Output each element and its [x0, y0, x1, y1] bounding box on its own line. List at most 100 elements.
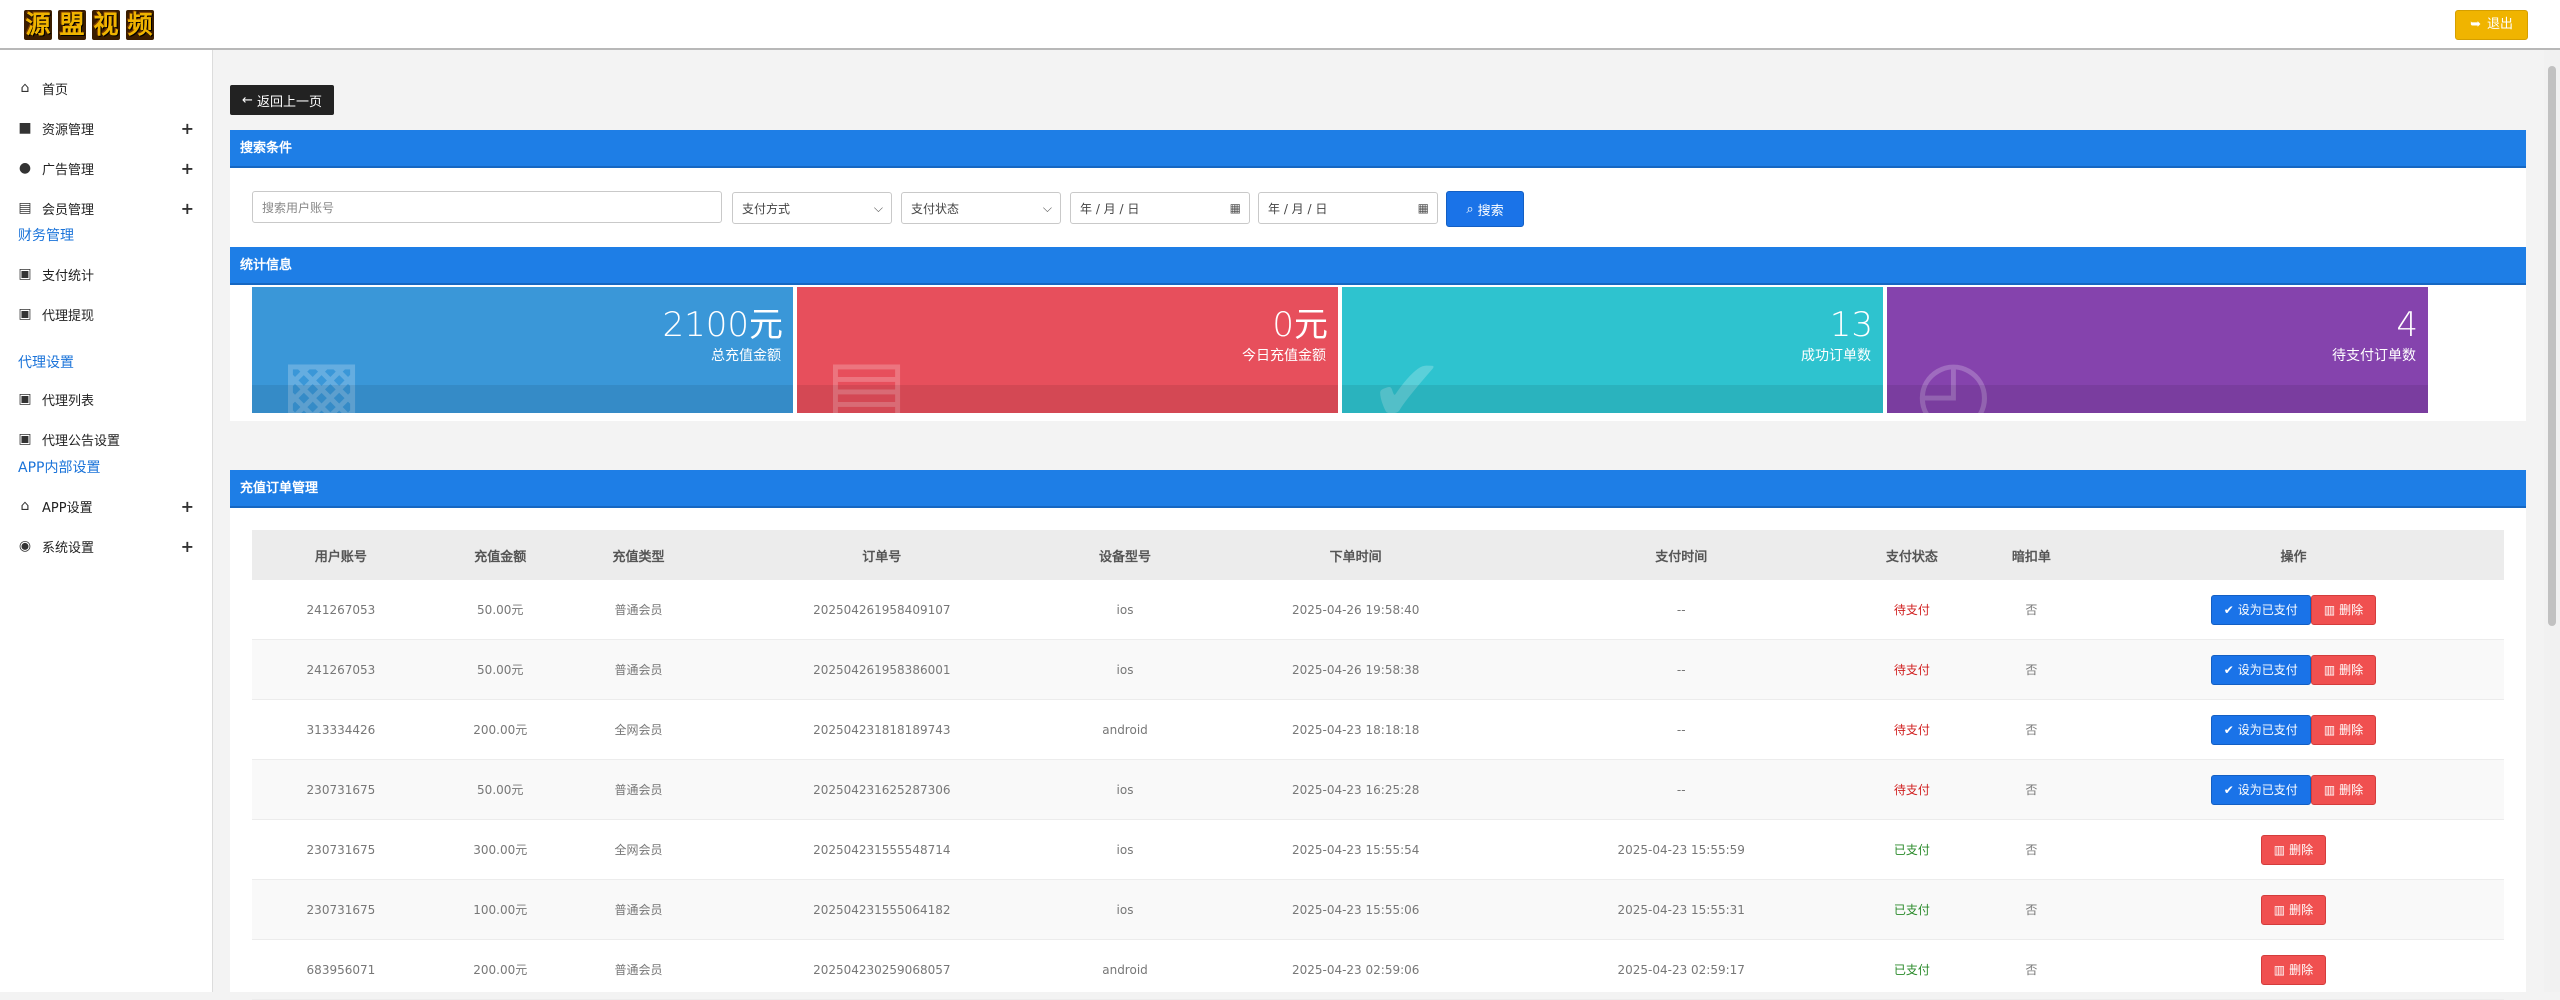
date-value: 年 / 月 / 日 — [1080, 201, 1140, 216]
expand-plus-icon[interactable]: + — [181, 497, 194, 516]
table-row: 230731675 50.00元 普通会员 202504231625287306 ios… — [252, 759, 2504, 820]
cell-device: android — [1057, 939, 1193, 1000]
cell-account: 241267053 — [252, 580, 430, 640]
cell-order: 202504230259068057 — [706, 939, 1058, 1000]
calendar-icon[interactable]: ▦ — [1230, 201, 1241, 215]
sidebar-item-system-settings[interactable]: ◉ 系统设置 + — [16, 535, 202, 557]
cell-device: ios — [1057, 819, 1193, 880]
user-square-icon: ▣ — [18, 431, 32, 447]
orders-panel-header: 充值订单管理 — [230, 470, 2526, 508]
pay-method-select[interactable]: 支付方式 ⌵ — [732, 192, 892, 224]
logo-char: 源 — [24, 10, 52, 40]
logout-button[interactable]: ➥ 退出 — [2455, 10, 2528, 40]
cell-type: 普通会员 — [570, 580, 707, 640]
cell-type: 普通会员 — [570, 939, 707, 1000]
cell-device: ios — [1057, 759, 1193, 820]
stat-label: 成功订单数 — [1801, 348, 1871, 364]
cell-actions: ▥ 删除 — [2082, 939, 2504, 1000]
cell-order: 202504261958409107 — [706, 580, 1058, 640]
cell-amount: 100.00元 — [429, 879, 571, 940]
sidebar-item-label: 资源管理 — [42, 122, 95, 138]
cell-paid-at: -- — [1518, 639, 1844, 700]
sidebar-item-members[interactable]: ▤ 会员管理 + — [16, 197, 202, 219]
cell-amount: 50.00元 — [429, 580, 571, 640]
sidebar-item-label: 首页 — [42, 82, 69, 98]
site-logo[interactable]: 源 盟 视 频 — [24, 10, 154, 40]
set-paid-button[interactable]: ✔ 设为已支付 — [2210, 714, 2311, 745]
sidebar-item-payment-stats[interactable]: ▣ 支付统计 — [16, 263, 202, 285]
set-paid-button[interactable]: ✔ 设为已支付 — [2210, 654, 2311, 685]
cell-hidden: 否 — [1979, 699, 2083, 760]
delete-button[interactable]: ▥ 删除 — [2260, 894, 2327, 925]
search-panel-header: 搜索条件 — [230, 130, 2526, 168]
cell-status: 待支付 — [1843, 639, 1980, 700]
col-header: 操作 — [2082, 530, 2504, 580]
date-end-input[interactable]: 年 / 月 / 日 ▦ — [1258, 192, 1438, 224]
delete-button[interactable]: ▥ 删除 — [2310, 654, 2377, 685]
delete-label: 删除 — [2289, 843, 2314, 857]
col-header: 下单时间 — [1192, 530, 1519, 580]
back-button[interactable]: ← 返回上一页 — [230, 85, 334, 115]
vertical-scrollbar[interactable] — [2544, 50, 2560, 992]
cell-order: 202504261958386001 — [706, 639, 1058, 700]
cell-created: 2025-04-23 16:25:28 — [1192, 759, 1519, 820]
delete-button[interactable]: ▥ 删除 — [2310, 594, 2377, 625]
trash-icon: ▥ — [2323, 722, 2336, 737]
cell-hidden: 否 — [1979, 879, 2083, 940]
sidebar-section-finance[interactable]: 财务管理 — [18, 225, 74, 245]
cell-status: 已支付 — [1843, 819, 1980, 880]
set-paid-label: 设为已支付 — [2237, 663, 2298, 677]
cell-status: 待支付 — [1843, 580, 1980, 640]
delete-button[interactable]: ▥ 删除 — [2310, 774, 2377, 805]
delete-button[interactable]: ▥ 删除 — [2260, 954, 2327, 985]
cell-actions: ✔ 设为已支付 ▥ 删除 — [2082, 639, 2504, 700]
expand-plus-icon[interactable]: + — [181, 119, 194, 138]
user-square-icon: ▣ — [18, 391, 32, 407]
cell-paid-at: -- — [1518, 759, 1844, 820]
search-icon: ⌕ — [1466, 201, 1474, 217]
account-search-input[interactable]: 搜索用户账号 — [252, 191, 722, 223]
set-paid-button[interactable]: ✔ 设为已支付 — [2210, 774, 2311, 805]
date-start-input[interactable]: 年 / 月 / 日 ▦ — [1070, 192, 1250, 224]
delete-label: 删除 — [2339, 723, 2364, 737]
col-header: 充值类型 — [570, 530, 707, 580]
delete-button[interactable]: ▥ 删除 — [2260, 834, 2327, 865]
sidebar-item-ads[interactable]: ● 广告管理 + — [16, 157, 202, 179]
expand-plus-icon[interactable]: + — [181, 537, 194, 556]
sidebar-section-app[interactable]: APP内部设置 — [18, 457, 100, 477]
calendar-icon[interactable]: ▦ — [1418, 201, 1429, 215]
sidebar-item-label: APP设置 — [42, 500, 93, 516]
expand-plus-icon[interactable]: + — [181, 199, 194, 218]
sidebar-item-home[interactable]: ⌂ 首页 — [16, 77, 202, 99]
cell-actions: ▥ 删除 — [2082, 879, 2504, 940]
delete-label: 删除 — [2339, 663, 2364, 677]
sidebar-item-app-settings[interactable]: ⌂ APP设置 + — [16, 495, 202, 517]
set-paid-label: 设为已支付 — [2237, 783, 2298, 797]
pay-status-select[interactable]: 支付状态 ⌵ — [901, 192, 1061, 224]
sidebar-item-resources[interactable]: ■ 资源管理 + — [16, 117, 202, 139]
scrollbar-thumb[interactable] — [2548, 66, 2556, 626]
id-card-icon: ▤ — [18, 200, 32, 216]
stat-value: 4 — [2396, 305, 2418, 345]
sidebar-item-agent-withdraw[interactable]: ▣ 代理提现 — [16, 303, 202, 325]
expand-plus-icon[interactable]: + — [181, 159, 194, 178]
stat-value: 2100元 — [662, 305, 783, 345]
cell-hidden: 否 — [1979, 580, 2083, 640]
home-icon: ⌂ — [20, 498, 30, 514]
sidebar-item-agent-list[interactable]: ▣ 代理列表 — [16, 388, 202, 410]
trash-icon: ▥ — [2273, 902, 2286, 917]
cell-amount: 50.00元 — [429, 759, 571, 820]
search-button[interactable]: ⌕ 搜索 — [1446, 191, 1524, 227]
cell-account: 683956071 — [252, 939, 430, 1000]
cell-device: ios — [1057, 639, 1193, 700]
sidebar-section-agent[interactable]: 代理设置 — [18, 352, 74, 372]
sidebar: ⌂ 首页 ■ 资源管理 + ● 广告管理 + ▤ 会员管理 + 财务管理 ▣ 支… — [0, 50, 213, 992]
cell-status: 待支付 — [1843, 759, 1980, 820]
logo-char: 频 — [126, 10, 154, 40]
set-paid-button[interactable]: ✔ 设为已支付 — [2210, 594, 2311, 625]
cell-account: 230731675 — [252, 819, 430, 880]
select-value: 支付方式 — [742, 201, 791, 216]
stat-band — [797, 385, 1338, 413]
delete-button[interactable]: ▥ 删除 — [2310, 714, 2377, 745]
sidebar-item-agent-notice[interactable]: ▣ 代理公告设置 — [16, 428, 202, 450]
